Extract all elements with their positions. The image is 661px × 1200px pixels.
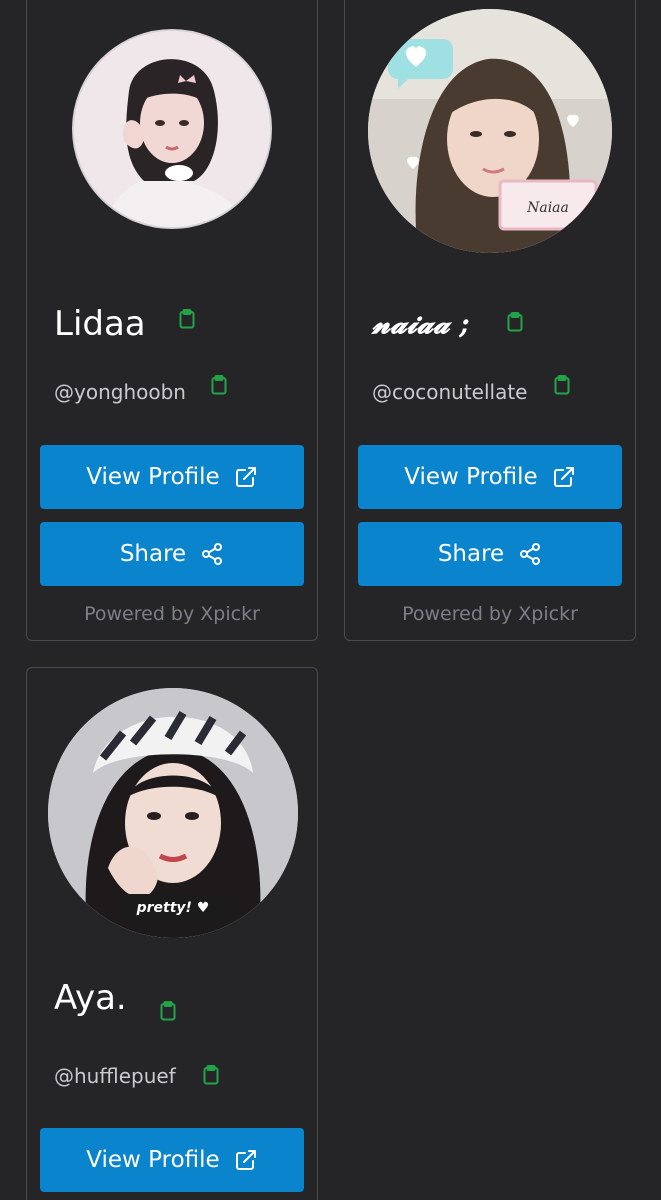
view-profile-button[interactable]: View Profile: [40, 1128, 304, 1192]
avatar: pretty! ♥: [48, 688, 298, 938]
avatar-photo: Naiaa: [368, 9, 612, 253]
avatar-caption: pretty! ♥: [136, 900, 210, 916]
copy-username-button[interactable]: [203, 1065, 219, 1085]
copy-username-button[interactable]: [211, 375, 227, 395]
profile-card-grid: Lidaa @yonghoobn View Profile Share Powe…: [0, 0, 661, 1200]
external-link-icon: [234, 1148, 258, 1172]
avatar-photo: pretty! ♥: [48, 688, 298, 938]
view-profile-label: View Profile: [86, 464, 220, 490]
clipboard-icon: [211, 375, 227, 395]
external-link-icon: [234, 465, 258, 489]
avatar-illustration: [74, 31, 270, 227]
share-label: Share: [119, 541, 187, 567]
view-profile-button[interactable]: View Profile: [358, 445, 622, 509]
avatar: [72, 29, 272, 229]
clipboard-icon: [179, 309, 195, 329]
share-label: Share: [437, 541, 505, 567]
copy-name-button[interactable]: [160, 1001, 176, 1021]
share-icon: [200, 542, 224, 566]
view-profile-button[interactable]: View Profile: [40, 445, 304, 509]
display-name: Aya.: [54, 978, 127, 1018]
username: @hufflepuef: [54, 1064, 176, 1088]
profile-card: pretty! ♥ Aya. @hufflepuef View Profile: [26, 667, 318, 1200]
display-name: 𝓷𝓪𝓲𝓪𝓪 ;: [372, 307, 470, 340]
username: @coconutellate: [372, 380, 528, 404]
share-button[interactable]: Share: [40, 522, 304, 586]
share-button[interactable]: Share: [358, 522, 622, 586]
external-link-icon: [552, 465, 576, 489]
view-profile-label: View Profile: [404, 464, 538, 490]
profile-card: Naiaa 𝓷𝓪𝓲𝓪𝓪 ; @coconutellate View Profil…: [344, 0, 636, 641]
copy-name-button[interactable]: [507, 312, 523, 332]
powered-by: Powered by Xpickr: [402, 603, 578, 625]
profile-card: Lidaa @yonghoobn View Profile Share Powe…: [26, 0, 318, 641]
clipboard-icon: [203, 1065, 219, 1085]
clipboard-icon: [160, 1001, 176, 1021]
clipboard-icon: [554, 375, 570, 395]
powered-by: Powered by Xpickr: [84, 603, 260, 625]
display-name: Lidaa: [54, 304, 146, 344]
clipboard-icon: [507, 312, 523, 332]
copy-username-button[interactable]: [554, 375, 570, 395]
avatar-badge: Naiaa: [526, 200, 569, 216]
share-icon: [518, 542, 542, 566]
copy-name-button[interactable]: [179, 309, 195, 329]
username: @yonghoobn: [54, 380, 186, 404]
view-profile-label: View Profile: [86, 1147, 220, 1173]
avatar: Naiaa: [368, 9, 612, 253]
